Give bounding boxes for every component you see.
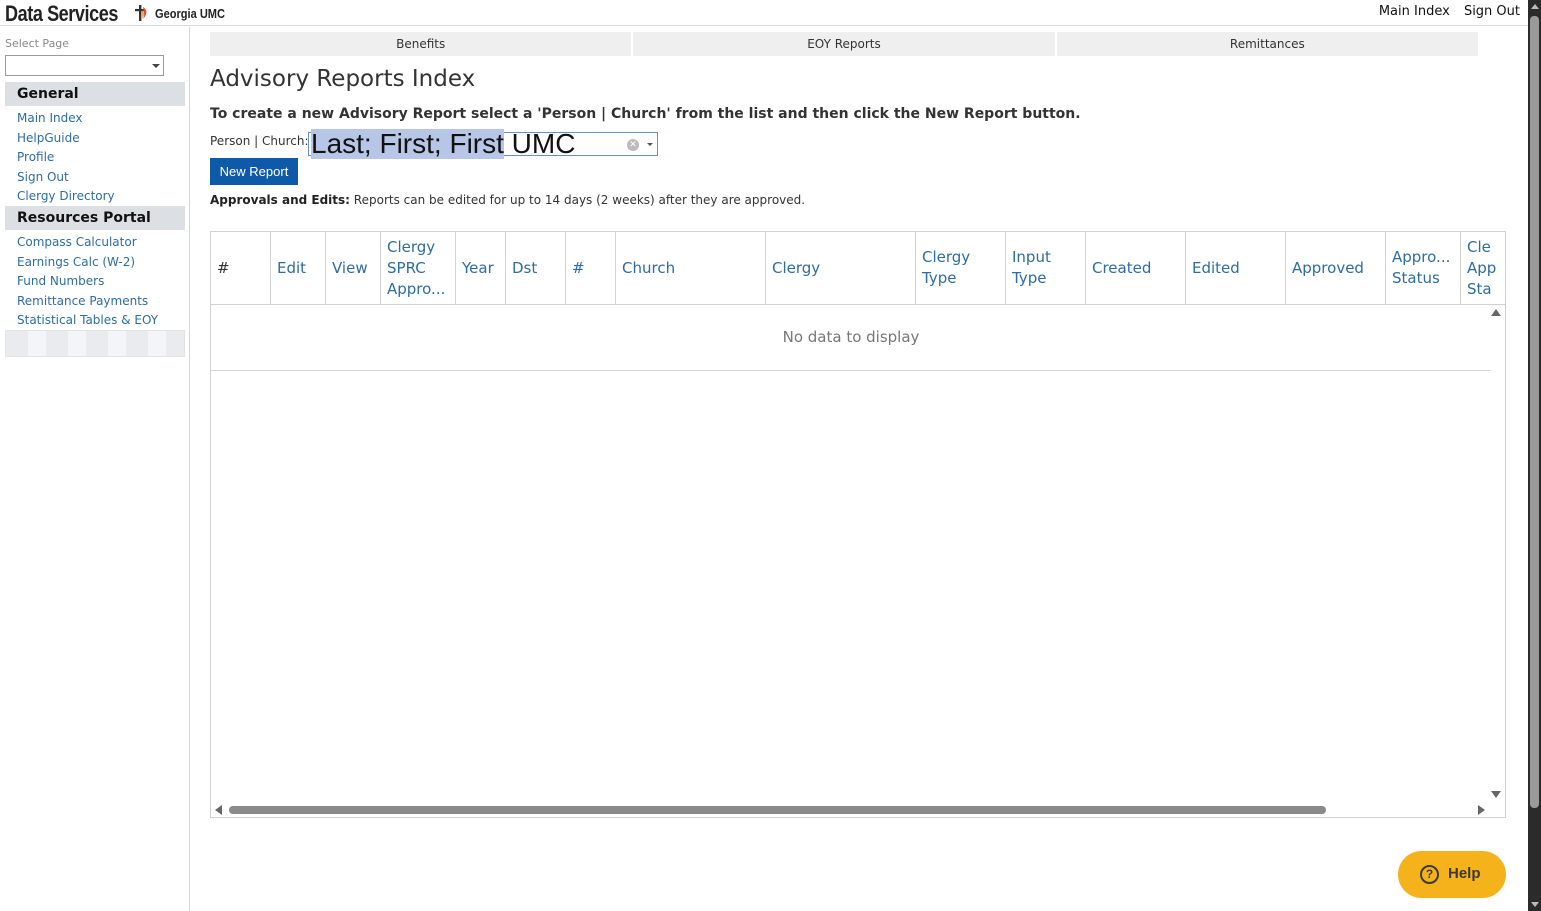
sidebar-item-sign-out[interactable]: Sign Out [17, 170, 69, 184]
column-header-input-type[interactable]: Input Type [1006, 232, 1086, 304]
question-mark-icon: ? [1420, 865, 1439, 884]
cross-flame-logo-icon [135, 5, 147, 21]
scroll-up-arrow-icon[interactable] [1531, 4, 1539, 9]
no-data-message: No data to display [782, 328, 920, 346]
column-header-clergy-approval-status[interactable]: Cle App Sta [1461, 232, 1505, 304]
sign-out-link[interactable]: Sign Out [1464, 4, 1520, 19]
sidebar-item-profile[interactable]: Profile [17, 150, 54, 164]
window-scrollbar-thumb[interactable] [1530, 16, 1539, 808]
column-header-edit[interactable]: Edit [271, 232, 326, 304]
redacted-section [5, 330, 185, 357]
column-header-dst[interactable]: Dst [506, 232, 566, 304]
sidebar-item-helpguide[interactable]: HelpGuide [17, 131, 80, 145]
person-church-label: Person | Church: [210, 134, 309, 148]
column-header-view[interactable]: View [326, 232, 381, 304]
scroll-down-arrow-icon[interactable] [1531, 902, 1539, 907]
person-church-value: Last; First; First UMC [311, 129, 580, 159]
select-page-dropdown[interactable] [5, 55, 164, 76]
column-header-approved[interactable]: Approved [1286, 232, 1386, 304]
scroll-up-arrow-icon[interactable] [1491, 309, 1501, 316]
tab-benefits[interactable]: Benefits [210, 32, 634, 56]
sidebar-item-statistical-tables[interactable]: Statistical Tables & EOY [17, 313, 158, 327]
column-header-approval-status[interactable]: Appro... Status [1386, 232, 1461, 304]
column-header-number[interactable]: # [566, 232, 616, 304]
approvals-label: Approvals and Edits: [210, 193, 350, 207]
grid-header: # Edit View Clergy SPRC Appro... Year Ds… [211, 232, 1505, 305]
column-header-edited[interactable]: Edited [1186, 232, 1286, 304]
page-title: Advisory Reports Index [210, 66, 476, 92]
column-header-church[interactable]: Church [616, 232, 766, 304]
sidebar-item-remittance-payments[interactable]: Remittance Payments [17, 294, 148, 308]
conference-name: Georgia UMC [155, 6, 225, 21]
column-header-clergy-type[interactable]: Clergy Type [916, 232, 1006, 304]
approvals-note: Approvals and Edits: Reports can be edit… [210, 193, 805, 207]
horizontal-scrollbar-thumb[interactable] [229, 806, 1326, 814]
new-report-button[interactable]: New Report [210, 158, 298, 185]
window-scrollbar[interactable] [1528, 0, 1541, 911]
clear-icon[interactable]: ✕ [627, 139, 639, 151]
sidebar-item-main-index[interactable]: Main Index [17, 111, 83, 125]
main-index-link[interactable]: Main Index [1379, 4, 1450, 19]
scroll-left-arrow-icon[interactable] [215, 805, 222, 815]
column-header-clergy-sprc-approved[interactable]: Clergy SPRC Appro... [381, 232, 456, 304]
scroll-down-arrow-icon[interactable] [1491, 791, 1501, 798]
tab-eoy-reports[interactable]: EOY Reports [633, 32, 1057, 56]
sidebar: Select Page General Main Index HelpGuide… [0, 27, 190, 911]
help-label: Help [1448, 865, 1481, 882]
top-nav: Main Index Sign Out [1369, 4, 1520, 19]
approvals-text: Reports can be edited for up to 14 days … [353, 193, 806, 207]
person-church-combobox[interactable]: Last; First; First UMC ✕ [308, 129, 658, 159]
column-header-year[interactable]: Year [456, 232, 506, 304]
reports-grid: # Edit View Clergy SPRC Appro... Year Ds… [210, 231, 1506, 818]
app-header: Data Services Georgia UMC Main Index Sig… [0, 0, 1528, 26]
instruction-text: To create a new Advisory Report select a… [210, 106, 1081, 122]
scroll-right-arrow-icon[interactable] [1478, 805, 1485, 815]
sidebar-item-fund-numbers[interactable]: Fund Numbers [17, 274, 104, 288]
tab-remittances[interactable]: Remittances [1056, 32, 1480, 56]
chevron-down-icon[interactable] [647, 143, 653, 146]
brand-title[interactable]: Data Services [5, 1, 118, 27]
sidebar-item-compass-calculator[interactable]: Compass Calculator [17, 235, 137, 249]
chevron-down-icon [152, 64, 160, 68]
column-header-created[interactable]: Created [1086, 232, 1186, 304]
sidebar-item-clergy-directory[interactable]: Clergy Directory [17, 189, 115, 203]
help-button[interactable]: ? Help [1398, 851, 1506, 898]
column-header-row-number: # [211, 232, 271, 304]
section-general: General [5, 82, 185, 106]
tab-bar: Benefits EOY Reports Remittances [210, 32, 1480, 56]
select-page-label: Select Page [5, 37, 70, 50]
column-header-clergy[interactable]: Clergy [766, 232, 916, 304]
section-resources-portal: Resources Portal [5, 206, 185, 230]
empty-row: No data to display [211, 306, 1491, 371]
sidebar-item-earnings-calc[interactable]: Earnings Calc (W-2) [17, 255, 135, 269]
